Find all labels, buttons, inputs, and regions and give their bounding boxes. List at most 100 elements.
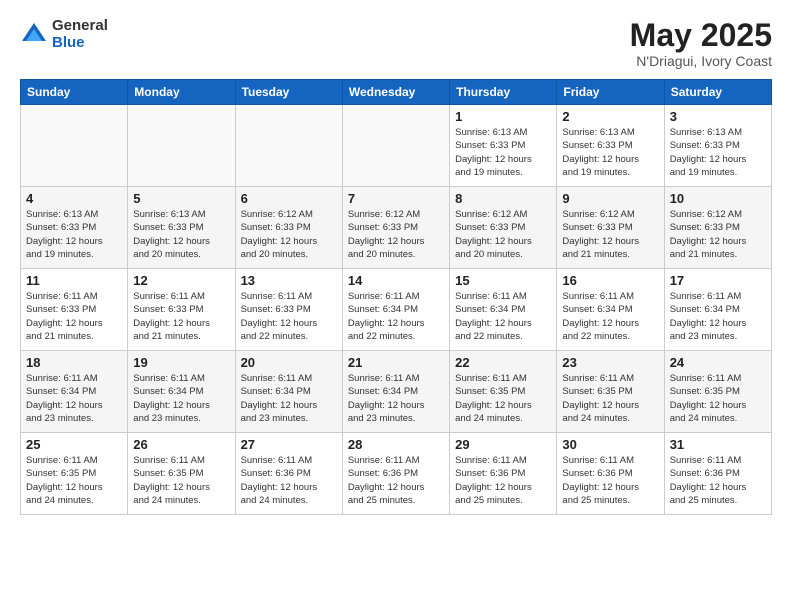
table-row: 11 Sunrise: 6:11 AM Sunset: 6:33 PM Dayli… xyxy=(21,269,128,351)
header-monday: Monday xyxy=(128,80,235,105)
logo-text: General Blue xyxy=(52,18,108,51)
day-number: 19 xyxy=(133,355,229,370)
day-info: Sunrise: 6:11 AM Sunset: 6:33 PM Dayligh… xyxy=(133,290,229,343)
header: General Blue May 2025 N'Driagui, Ivory C… xyxy=(20,18,772,69)
day-number: 10 xyxy=(670,191,766,206)
header-sunday: Sunday xyxy=(21,80,128,105)
table-row: 21 Sunrise: 6:11 AM Sunset: 6:34 PM Dayli… xyxy=(342,351,449,433)
logo-blue-text: Blue xyxy=(52,35,108,52)
table-row: 9Sunrise: 6:12 AM Sunset: 6:33 PM Daylig… xyxy=(557,187,664,269)
calendar-location: N'Driagui, Ivory Coast xyxy=(630,53,772,69)
day-number: 12 xyxy=(133,273,229,288)
table-row: 28 Sunrise: 6:11 AM Sunset: 6:36 PM Dayli… xyxy=(342,433,449,515)
header-saturday: Saturday xyxy=(664,80,771,105)
day-info: Sunrise: 6:13 AM Sunset: 6:33 PM Dayligh… xyxy=(133,208,229,261)
day-info: Sunrise: 6:12 AM Sunset: 6:33 PM Dayligh… xyxy=(562,208,658,261)
table-row: 7 Sunrise: 6:12 AM Sunset: 6:33 PM Daylig… xyxy=(342,187,449,269)
weekday-header-row: Sunday Monday Tuesday Wednesday Thursday… xyxy=(21,80,772,105)
day-info: Sunrise: 6:11 AM Sunset: 6:34 PM Dayligh… xyxy=(26,372,122,425)
logo: General Blue xyxy=(20,18,108,51)
table-row: 19Sunrise: 6:11 AM Sunset: 6:34 PM Dayli… xyxy=(128,351,235,433)
table-row: 1Sunrise: 6:13 AM Sunset: 6:33 PM Daylig… xyxy=(450,105,557,187)
title-block: May 2025 N'Driagui, Ivory Coast xyxy=(630,18,772,69)
day-info: Sunrise: 6:12 AM Sunset: 6:33 PM Dayligh… xyxy=(455,208,551,261)
day-number: 28 xyxy=(348,437,444,452)
day-info: Sunrise: 6:12 AM Sunset: 6:33 PM Dayligh… xyxy=(241,208,337,261)
header-tuesday: Tuesday xyxy=(235,80,342,105)
day-number: 1 xyxy=(455,109,551,124)
table-row: 23 Sunrise: 6:11 AM Sunset: 6:35 PM Dayli… xyxy=(557,351,664,433)
calendar-week-2: 4Sunrise: 6:13 AM Sunset: 6:33 PM Daylig… xyxy=(21,187,772,269)
table-row: 31 Sunrise: 6:11 AM Sunset: 6:36 PM Dayli… xyxy=(664,433,771,515)
table-row: 10 Sunrise: 6:12 AM Sunset: 6:33 PM Dayli… xyxy=(664,187,771,269)
day-number: 26 xyxy=(133,437,229,452)
table-row: 15 Sunrise: 6:11 AM Sunset: 6:34 PM Dayli… xyxy=(450,269,557,351)
table-row: 8 Sunrise: 6:12 AM Sunset: 6:33 PM Daylig… xyxy=(450,187,557,269)
day-number: 31 xyxy=(670,437,766,452)
day-number: 29 xyxy=(455,437,551,452)
day-number: 6 xyxy=(241,191,337,206)
table-row: 27Sunrise: 6:11 AM Sunset: 6:36 PM Dayli… xyxy=(235,433,342,515)
day-info: Sunrise: 6:11 AM Sunset: 6:35 PM Dayligh… xyxy=(455,372,551,425)
table-row xyxy=(342,105,449,187)
table-row: 24Sunrise: 6:11 AM Sunset: 6:35 PM Dayli… xyxy=(664,351,771,433)
day-info: Sunrise: 6:11 AM Sunset: 6:35 PM Dayligh… xyxy=(562,372,658,425)
day-info: Sunrise: 6:11 AM Sunset: 6:34 PM Dayligh… xyxy=(670,290,766,343)
day-info: Sunrise: 6:11 AM Sunset: 6:36 PM Dayligh… xyxy=(670,454,766,507)
day-info: Sunrise: 6:11 AM Sunset: 6:34 PM Dayligh… xyxy=(348,372,444,425)
day-number: 13 xyxy=(241,273,337,288)
header-friday: Friday xyxy=(557,80,664,105)
day-number: 21 xyxy=(348,355,444,370)
table-row: 6 Sunrise: 6:12 AM Sunset: 6:33 PM Daylig… xyxy=(235,187,342,269)
calendar-table: Sunday Monday Tuesday Wednesday Thursday… xyxy=(20,79,772,515)
day-number: 7 xyxy=(348,191,444,206)
table-row: 20Sunrise: 6:11 AM Sunset: 6:34 PM Dayli… xyxy=(235,351,342,433)
table-row: 29Sunrise: 6:11 AM Sunset: 6:36 PM Dayli… xyxy=(450,433,557,515)
day-info: Sunrise: 6:11 AM Sunset: 6:36 PM Dayligh… xyxy=(348,454,444,507)
logo-general-text: General xyxy=(52,18,108,35)
table-row: 4Sunrise: 6:13 AM Sunset: 6:33 PM Daylig… xyxy=(21,187,128,269)
day-number: 24 xyxy=(670,355,766,370)
day-info: Sunrise: 6:13 AM Sunset: 6:33 PM Dayligh… xyxy=(562,126,658,179)
day-number: 11 xyxy=(26,273,122,288)
table-row: 13 Sunrise: 6:11 AM Sunset: 6:33 PM Dayli… xyxy=(235,269,342,351)
page: General Blue May 2025 N'Driagui, Ivory C… xyxy=(0,0,792,612)
table-row: 22 Sunrise: 6:11 AM Sunset: 6:35 PM Dayli… xyxy=(450,351,557,433)
day-info: Sunrise: 6:11 AM Sunset: 6:35 PM Dayligh… xyxy=(26,454,122,507)
table-row: 17Sunrise: 6:11 AM Sunset: 6:34 PM Dayli… xyxy=(664,269,771,351)
day-number: 22 xyxy=(455,355,551,370)
table-row: 16Sunrise: 6:11 AM Sunset: 6:34 PM Dayli… xyxy=(557,269,664,351)
day-number: 2 xyxy=(562,109,658,124)
day-info: Sunrise: 6:11 AM Sunset: 6:35 PM Dayligh… xyxy=(133,454,229,507)
header-thursday: Thursday xyxy=(450,80,557,105)
calendar-week-3: 11 Sunrise: 6:11 AM Sunset: 6:33 PM Dayli… xyxy=(21,269,772,351)
table-row: 26 Sunrise: 6:11 AM Sunset: 6:35 PM Dayli… xyxy=(128,433,235,515)
header-wednesday: Wednesday xyxy=(342,80,449,105)
day-info: Sunrise: 6:13 AM Sunset: 6:33 PM Dayligh… xyxy=(670,126,766,179)
day-info: Sunrise: 6:11 AM Sunset: 6:36 PM Dayligh… xyxy=(562,454,658,507)
table-row: 30 Sunrise: 6:11 AM Sunset: 6:36 PM Dayli… xyxy=(557,433,664,515)
logo-icon xyxy=(20,21,48,49)
day-number: 25 xyxy=(26,437,122,452)
day-info: Sunrise: 6:12 AM Sunset: 6:33 PM Dayligh… xyxy=(348,208,444,261)
day-number: 14 xyxy=(348,273,444,288)
day-number: 8 xyxy=(455,191,551,206)
day-info: Sunrise: 6:11 AM Sunset: 6:34 PM Dayligh… xyxy=(348,290,444,343)
table-row: 14 Sunrise: 6:11 AM Sunset: 6:34 PM Dayli… xyxy=(342,269,449,351)
day-number: 15 xyxy=(455,273,551,288)
day-info: Sunrise: 6:13 AM Sunset: 6:33 PM Dayligh… xyxy=(26,208,122,261)
table-row xyxy=(128,105,235,187)
day-info: Sunrise: 6:12 AM Sunset: 6:33 PM Dayligh… xyxy=(670,208,766,261)
table-row: 25 Sunrise: 6:11 AM Sunset: 6:35 PM Dayli… xyxy=(21,433,128,515)
day-number: 5 xyxy=(133,191,229,206)
day-number: 30 xyxy=(562,437,658,452)
table-row: 12 Sunrise: 6:11 AM Sunset: 6:33 PM Dayli… xyxy=(128,269,235,351)
day-number: 18 xyxy=(26,355,122,370)
calendar-week-4: 18 Sunrise: 6:11 AM Sunset: 6:34 PM Dayli… xyxy=(21,351,772,433)
day-info: Sunrise: 6:11 AM Sunset: 6:33 PM Dayligh… xyxy=(26,290,122,343)
day-info: Sunrise: 6:11 AM Sunset: 6:36 PM Dayligh… xyxy=(241,454,337,507)
day-info: Sunrise: 6:11 AM Sunset: 6:34 PM Dayligh… xyxy=(455,290,551,343)
day-number: 23 xyxy=(562,355,658,370)
day-info: Sunrise: 6:11 AM Sunset: 6:33 PM Dayligh… xyxy=(241,290,337,343)
calendar-week-5: 25 Sunrise: 6:11 AM Sunset: 6:35 PM Dayli… xyxy=(21,433,772,515)
